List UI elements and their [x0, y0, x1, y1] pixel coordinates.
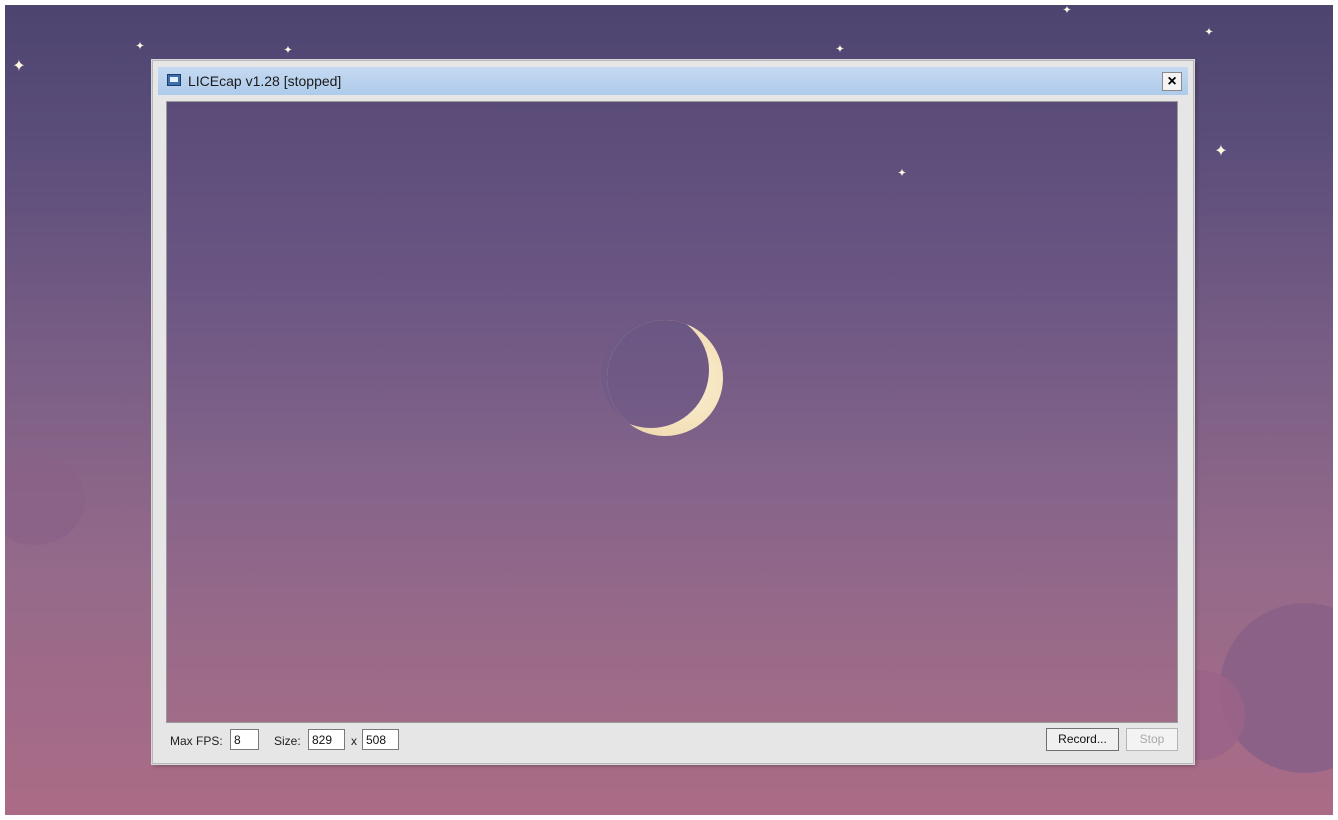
cloud-left — [5, 455, 85, 545]
height-input[interactable] — [362, 729, 399, 750]
width-input[interactable] — [308, 729, 345, 750]
window-title: LICEcap v1.28 [stopped] — [188, 73, 342, 89]
capture-area: ✦ — [166, 101, 1178, 723]
star-icon: ✦ — [12, 58, 26, 75]
max-fps-label: Max FPS: — [170, 734, 223, 748]
record-button[interactable]: Record... — [1046, 728, 1119, 751]
star-icon: ✦ — [897, 167, 907, 180]
star-icon: ✦ — [283, 44, 293, 57]
licecap-window[interactable]: LICEcap v1.28 [stopped] × ✦ Max FPS: Siz… — [152, 60, 1194, 764]
title-bar[interactable]: LICEcap v1.28 [stopped] × — [158, 67, 1188, 95]
crescent-moon-icon — [607, 320, 723, 436]
size-label: Size: — [274, 734, 301, 748]
licecap-app-icon — [167, 74, 181, 86]
star-icon: ✦ — [1214, 143, 1228, 160]
star-icon: ✦ — [1062, 5, 1072, 17]
star-icon: ✦ — [135, 40, 145, 53]
cloud-right-large — [1220, 603, 1333, 773]
max-fps-input[interactable] — [230, 729, 259, 750]
controls-bar: Max FPS: Size: x Record... Stop — [166, 725, 1178, 755]
star-icon: ✦ — [835, 43, 845, 56]
close-button[interactable]: × — [1162, 72, 1182, 91]
star-icon: ✦ — [1204, 26, 1214, 39]
stop-button[interactable]: Stop — [1126, 728, 1178, 751]
size-separator: x — [351, 734, 357, 748]
